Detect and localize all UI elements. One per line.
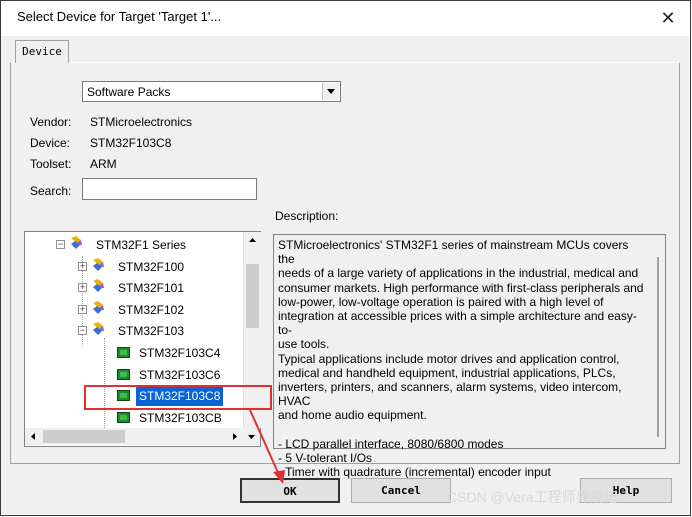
description-box: STMicroelectronics' STM32F1 series of ma…: [273, 234, 666, 479]
description-line: use tools.: [278, 337, 330, 352]
tree-item-label: STM32F103: [118, 324, 185, 338]
scroll-down-icon[interactable]: [243, 428, 260, 445]
component-icon: [90, 300, 106, 322]
vendor-value: STMicroelectronics: [90, 115, 193, 129]
description-line: integration at accessible prices with a …: [278, 309, 637, 338]
tree-item-label: STM32F103C8: [136, 386, 224, 406]
search-input[interactable]: [82, 178, 257, 200]
toolset-value: ARM: [90, 157, 117, 171]
tree-horizontal-scrollbar[interactable]: [25, 428, 243, 445]
ok-button[interactable]: OK: [240, 478, 340, 503]
description-line: inverters, printers, and scanners, alarm…: [278, 380, 622, 409]
scroll-up-icon[interactable]: [244, 232, 261, 249]
title-bar: Select Device for Target 'Target 1'... ✕: [0, 0, 692, 36]
watermark: CSDN @Vera工程师养成记: [447, 489, 618, 505]
scroll-thumb[interactable]: [43, 430, 125, 443]
pack-selector[interactable]: Software Packs: [82, 81, 341, 102]
window-title: Select Device for Target 'Target 1'...: [17, 9, 222, 24]
description-line: low-power, low-voltage operation is pair…: [278, 294, 604, 309]
cancel-button[interactable]: Cancel: [351, 478, 451, 503]
chip-icon: [117, 412, 130, 423]
tree-item-label: STM32F103C4: [139, 346, 221, 360]
device-tree[interactable]: − STM32F1 Series + STM32F100 + STM32F101…: [24, 231, 261, 447]
device-value: STM32F103C8: [90, 136, 172, 150]
device-label: Device:: [30, 136, 71, 150]
tree-item-label: STM32F103CB: [139, 411, 222, 425]
collapse-icon[interactable]: −: [78, 326, 87, 335]
component-icon: [90, 278, 106, 300]
scroll-right-icon[interactable]: [226, 428, 243, 445]
scroll-thumb[interactable]: [246, 264, 259, 328]
description-line: STMicroelectronics' STM32F1 series of ma…: [278, 238, 629, 267]
description-line: and home audio equipment.: [278, 408, 427, 423]
close-icon: ✕: [660, 8, 676, 28]
tree-item-label: STM32F1 Series: [96, 238, 187, 252]
close-button[interactable]: ✕: [652, 4, 684, 32]
description-line: [278, 423, 644, 437]
component-icon: [68, 235, 84, 257]
description-line: - 5 V-tolerant I/Os: [278, 450, 373, 465]
description-line: needs of a large variety of applications…: [278, 266, 639, 281]
tree-item-label: STM32F100: [118, 260, 185, 274]
chip-icon: [117, 347, 130, 358]
pack-selector-value: Software Packs: [87, 85, 171, 99]
description-text: STMicroelectronics' STM32F1 series of ma…: [278, 238, 644, 479]
expand-icon[interactable]: +: [78, 305, 87, 314]
chip-icon: [117, 369, 130, 380]
tab-device[interactable]: Device: [15, 40, 69, 63]
tree-item-label: STM32F102: [118, 303, 185, 317]
chip-icon: [117, 390, 130, 401]
description-line: consumer markets. High performance with …: [278, 280, 644, 295]
tree-vertical-scrollbar[interactable]: [243, 232, 261, 428]
search-label: Search:: [30, 184, 72, 198]
description-scrollbar[interactable]: [657, 257, 659, 437]
expand-icon[interactable]: +: [78, 283, 87, 292]
description-line: medical and handheld equipment, industri…: [278, 365, 616, 380]
tree-item-label: STM32F103C6: [139, 368, 221, 382]
collapse-icon[interactable]: −: [56, 240, 65, 249]
vendor-label: Vendor:: [30, 115, 72, 129]
chevron-down-icon[interactable]: [322, 83, 339, 100]
expand-icon[interactable]: +: [78, 262, 87, 271]
scroll-left-icon[interactable]: [25, 428, 42, 445]
tree-item-device-selected[interactable]: STM32F103C8: [117, 386, 260, 406]
component-icon: [90, 321, 106, 343]
tree-item-label: STM32F101: [118, 281, 185, 295]
description-line: Typical applications include motor drive…: [278, 351, 620, 366]
toolset-label: Toolset:: [30, 157, 72, 171]
description-line: - LCD parallel interface, 8080/6800 mode…: [278, 436, 504, 451]
component-icon: [90, 257, 106, 279]
description-label: Description:: [275, 209, 339, 223]
